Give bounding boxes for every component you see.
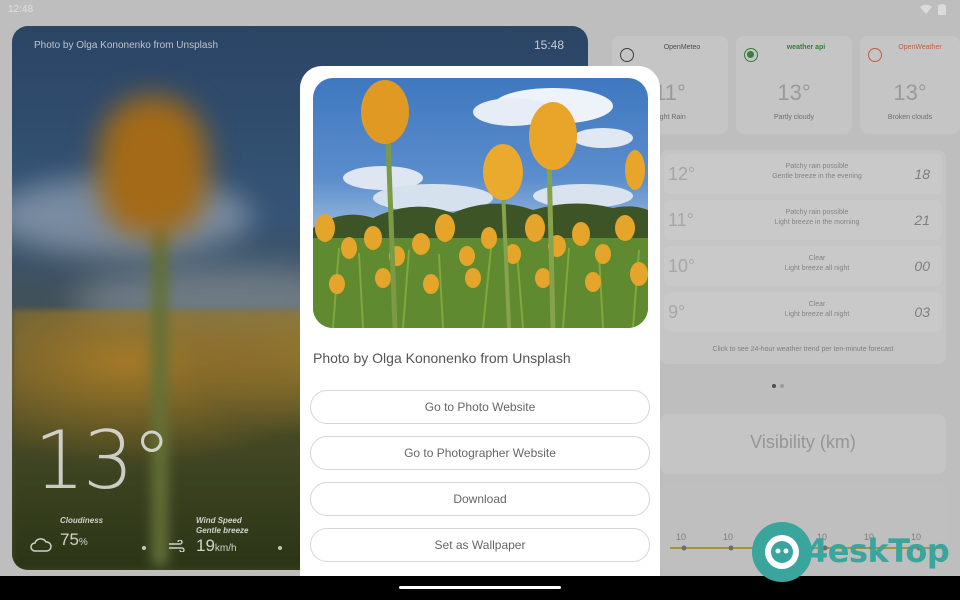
photo-options-sheet: Photo by Olga Kononenko from Unsplash Go… xyxy=(300,66,660,576)
go-to-photographer-website-button[interactable]: Go to Photographer Website xyxy=(310,436,650,470)
go-to-photo-website-button[interactable]: Go to Photo Website xyxy=(310,390,650,424)
photo-preview xyxy=(313,78,648,328)
gesture-handle[interactable] xyxy=(399,586,561,589)
tulip-photo xyxy=(313,80,648,328)
watermark-text: 4eskTop xyxy=(806,532,950,570)
download-button[interactable]: Download xyxy=(310,482,650,516)
desktop-watermark: 4eskTop xyxy=(752,522,952,582)
photo-credit: Photo by Olga Kononenko from Unsplash xyxy=(313,350,571,366)
set-as-wallpaper-button[interactable]: Set as Wallpaper xyxy=(310,528,650,562)
watermark-logo-icon xyxy=(752,522,812,582)
